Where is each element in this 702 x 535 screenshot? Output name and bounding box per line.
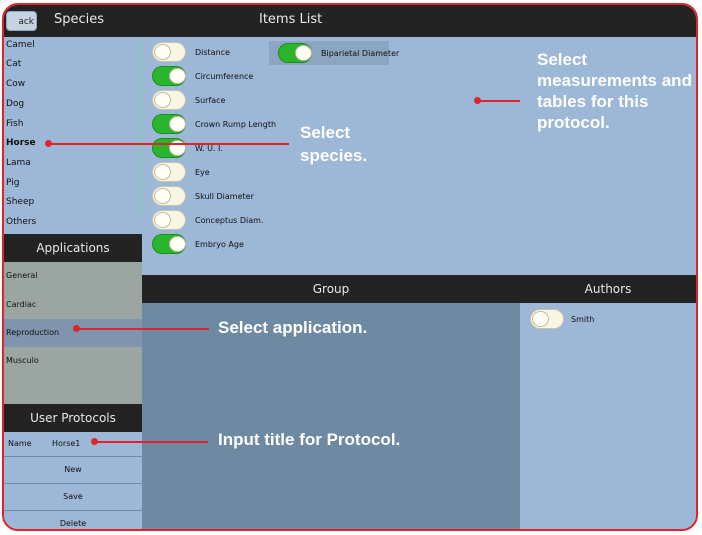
toggle-surface[interactable] [152,90,186,110]
item-label-distance: Distance [195,48,230,57]
species-item-cow[interactable]: Cow [6,79,25,89]
protocol-name-input[interactable]: Horse1 [52,439,80,448]
callout-dot-title [91,438,98,445]
toggle-biparietal-diameter[interactable] [278,43,312,63]
toggle-knob [169,116,186,132]
applications-list: General Cardiac Reproduction Musculo [4,262,142,404]
toggle-crown-rump-length[interactable] [152,114,186,134]
user-protocols-header: User Protocols [4,404,142,432]
new-button[interactable]: New [4,456,142,483]
toggle-conceptus-diam[interactable] [152,210,186,230]
species-item-dog[interactable]: Dog [6,99,24,109]
toggle-skull-diameter[interactable] [152,186,186,206]
item-label-biparietal-diameter: Biparietal Diameter [321,49,400,58]
callout-dot-species [45,140,52,147]
delete-button[interactable]: Delete [4,510,142,529]
author-label-smith: Smith [571,315,595,324]
callout-title: Input title for Protocol. [218,430,401,449]
species-item-horse[interactable]: Horse [6,138,36,148]
item-label-crown-rump-length: Crown Rump Length [195,120,277,129]
callout-species: Select species. [300,123,368,165]
toggle-wui[interactable] [152,138,186,158]
group-header: Group [142,275,520,303]
application-item-musculo[interactable]: Musculo [6,356,39,365]
toggle-knob [154,92,171,108]
callout-line-measurements [478,100,520,102]
authors-header: Authors [520,275,696,303]
callout-measurements: Select measurements and tables for this … [537,50,692,132]
species-item-pig[interactable]: Pig [6,178,19,188]
item-label-conceptus-diam: Conceptus Diam. [195,216,264,225]
toggle-knob [169,236,186,252]
item-label-embryo-age: Embryo Age [195,240,244,249]
callout-application: Select application. [218,318,368,337]
species-title: Species [54,12,105,27]
callout-dot-application [73,325,80,332]
toggle-eye[interactable] [152,162,186,182]
protocol-name-row: Name Horse1 [4,432,142,456]
toggle-knob [154,44,171,60]
protocol-name-label: Name [8,439,32,448]
species-item-cat[interactable]: Cat [6,59,21,69]
species-item-others[interactable]: Others [6,217,36,227]
application-item-reproduction[interactable]: Reproduction [6,328,59,337]
callout-line-title [95,441,208,443]
callout-line-application [77,328,209,330]
toggle-knob [295,45,312,61]
toggle-author-smith[interactable] [530,309,564,329]
item-label-wui: W. U. I. [195,144,223,153]
applications-header: Applications [4,234,142,262]
species-item-sheep[interactable]: Sheep [6,197,34,207]
species-item-lama[interactable]: Lama [6,158,31,168]
toggle-knob [154,212,171,228]
toggle-knob [169,68,186,84]
toggle-knob [532,311,549,327]
species-item-fish[interactable]: Fish [6,119,23,129]
back-button[interactable]: ack [6,11,37,31]
toggle-knob [154,164,171,180]
item-label-surface: Surface [195,96,226,105]
species-item-camel[interactable]: Camel [6,40,35,50]
save-button[interactable]: Save [4,483,142,510]
item-label-eye: Eye [195,168,210,177]
toggle-knob [154,188,171,204]
item-label-circumference: Circumference [195,72,254,81]
toggle-circumference[interactable] [152,66,186,86]
item-label-skull-diameter: Skull Diameter [195,192,254,201]
authors-panel: Smith [520,303,696,529]
application-item-general[interactable]: General [6,271,38,280]
callout-dot-measurements [474,97,481,104]
application-item-cardiac[interactable]: Cardiac [6,300,36,309]
toggle-distance[interactable] [152,42,186,62]
toggle-embryo-age[interactable] [152,234,186,254]
species-list: Camel Cat Cow Dog Fish Horse Lama Pig Sh… [4,37,142,234]
top-bar: ack Species Items List [4,5,696,37]
callout-line-species [49,143,289,145]
items-list-title: Items List [259,12,323,27]
